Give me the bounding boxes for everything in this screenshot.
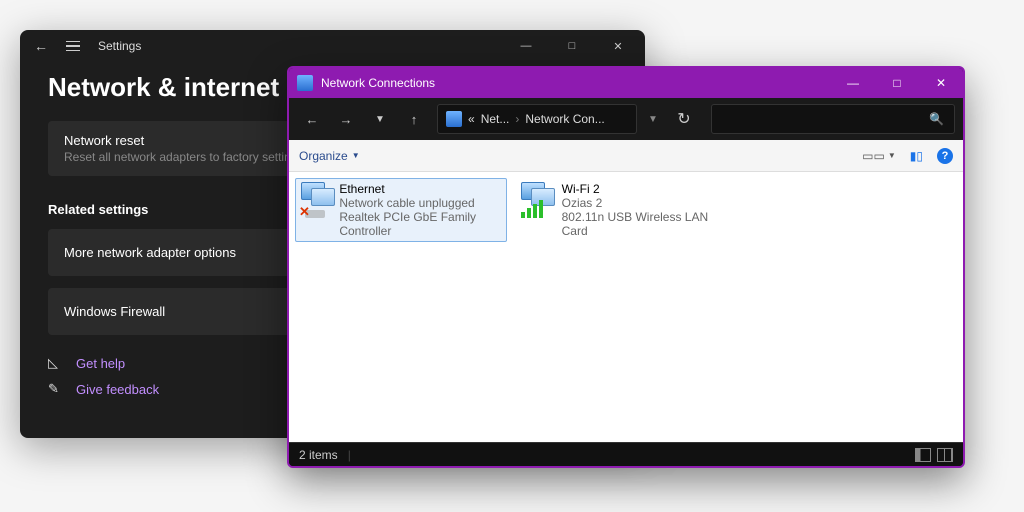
adapter-ssid: Ozias 2 <box>562 196 721 210</box>
network-connections-icon <box>297 75 313 91</box>
view-mode-button[interactable]: ▭▭ ▼ <box>862 149 896 163</box>
adapter-device: 802.11n USB Wireless LAN Card <box>562 210 721 238</box>
maximize-button[interactable]: □ <box>549 30 595 62</box>
explorer-navbar: ← → ▼ ↑ « Net... › Network Con... ▼ ↻ 🔍 <box>289 98 963 140</box>
nav-forward-button[interactable]: → <box>331 104 361 134</box>
adapter-device: Realtek PCIe GbE Family Controller <box>339 210 501 238</box>
crumb-prefix: « <box>468 112 475 126</box>
related-item-label: Windows Firewall <box>64 304 165 319</box>
refresh-button[interactable]: ↻ <box>669 109 699 129</box>
feedback-icon: ✎ <box>48 381 64 397</box>
location-icon <box>446 111 462 127</box>
link-label: Give feedback <box>76 382 159 397</box>
back-icon[interactable]: ← <box>34 38 48 54</box>
close-button[interactable]: ✕ <box>595 30 641 62</box>
wifi-icon <box>521 182 554 218</box>
crumb-seg1[interactable]: Net... <box>481 112 510 126</box>
adapter-item-ethernet[interactable]: ✕ Ethernet Network cable unplugged Realt… <box>295 178 507 242</box>
chevron-right-icon: › <box>515 112 519 126</box>
address-dropdown-button[interactable]: ▼ <box>641 114 665 125</box>
explorer-toolbar: Organize ▼ ▭▭ ▼ ▮▯ ? <box>289 140 963 172</box>
tiles-view-button[interactable] <box>937 448 953 462</box>
maximize-button[interactable]: □ <box>875 68 919 98</box>
signal-bars-icon <box>521 200 543 218</box>
organize-button[interactable]: Organize ▼ <box>299 149 360 163</box>
nav-up-button[interactable]: ↑ <box>399 104 429 134</box>
nav-history-button[interactable]: ▼ <box>365 104 395 134</box>
details-view-button[interactable] <box>915 448 931 462</box>
ethernet-icon: ✕ <box>301 182 331 218</box>
help-icon[interactable]: ? <box>937 148 953 164</box>
related-item-label: More network adapter options <box>64 245 236 260</box>
window-title: Network Connections <box>321 76 435 90</box>
adapter-name: Wi-Fi 2 <box>562 182 721 196</box>
app-title: Settings <box>98 39 141 53</box>
adapter-name: Ethernet <box>339 182 501 196</box>
hamburger-icon[interactable] <box>66 41 80 51</box>
search-input[interactable]: 🔍 <box>711 104 955 134</box>
page-title: Network & internet <box>48 72 279 103</box>
explorer-statusbar: 2 items | <box>289 442 963 466</box>
help-icon: ◺ <box>48 355 64 371</box>
nav-back-button[interactable]: ← <box>297 104 327 134</box>
explorer-titlebar[interactable]: Network Connections ― □ ✕ <box>289 68 963 98</box>
item-count: 2 items <box>299 448 338 462</box>
address-bar[interactable]: « Net... › Network Con... <box>437 104 637 134</box>
disconnected-x-icon: ✕ <box>299 204 310 220</box>
link-label: Get help <box>76 356 125 371</box>
crumb-seg2[interactable]: Network Con... <box>525 112 604 126</box>
minimize-button[interactable]: ― <box>503 30 549 62</box>
network-connections-window: Network Connections ― □ ✕ ← → ▼ ↑ « Net.… <box>287 66 965 468</box>
minimize-button[interactable]: ― <box>831 68 875 98</box>
search-icon: 🔍 <box>929 112 944 126</box>
adapter-item-wifi2[interactable]: Wi-Fi 2 Ozias 2 802.11n USB Wireless LAN… <box>515 178 727 242</box>
preview-pane-button[interactable]: ▮▯ <box>910 149 923 163</box>
close-button[interactable]: ✕ <box>919 68 963 98</box>
adapter-status: Network cable unplugged <box>339 196 501 210</box>
chevron-down-icon: ▼ <box>352 151 360 160</box>
organize-label: Organize <box>299 149 348 163</box>
adapter-list: ✕ Ethernet Network cable unplugged Realt… <box>289 172 963 442</box>
settings-titlebar: ← Settings ― □ ✕ <box>20 30 645 62</box>
